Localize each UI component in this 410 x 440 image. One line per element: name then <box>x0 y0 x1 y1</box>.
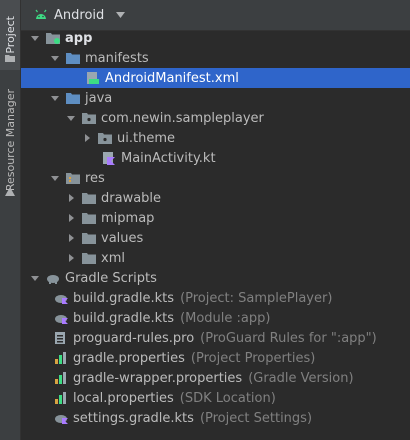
tree-node-gradle-file[interactable]: gradle-wrapper.properties (Gradle Versio… <box>21 368 410 388</box>
tree-node-res[interactable]: res <box>21 168 410 188</box>
folder-icon <box>82 213 96 224</box>
tree-label-ui-theme: ui.theme <box>117 130 175 146</box>
tree-node-values[interactable]: values <box>21 228 410 248</box>
properties-file-icon <box>55 352 66 364</box>
gradle-file-name: proguard-rules.pro <box>73 330 195 346</box>
tree-label-gradle-scripts: Gradle Scripts <box>65 270 157 286</box>
properties-file-icon <box>55 392 66 404</box>
project-view-header: Android <box>21 0 410 31</box>
view-selector-label[interactable]: Android <box>54 8 104 23</box>
gradle-kts-file-icon <box>55 315 68 324</box>
manifest-file-icon <box>87 72 99 84</box>
resource-manager-tab-label: Resource Manager <box>3 88 17 192</box>
kotlin-file-icon <box>103 152 115 165</box>
tree-node-gradle-file[interactable]: build.gradle.kts (Module :app) <box>21 308 410 328</box>
chevron-down-icon[interactable] <box>49 172 61 184</box>
tree-node-gradle-file[interactable]: settings.gradle.kts (Project Settings) <box>21 408 410 428</box>
tree-node-gradle-file[interactable]: gradle.properties (Project Properties) <box>21 348 410 368</box>
folder-icon <box>66 53 80 64</box>
tree-node-main-activity[interactable]: MainActivity.kt <box>21 148 410 168</box>
tree-node-app[interactable]: app <box>21 28 410 48</box>
folder-icon <box>82 233 96 244</box>
tree-node-android-manifest[interactable]: AndroidManifest.xml <box>21 68 410 88</box>
resource-manager-tool-tab[interactable]: Resource Manager <box>0 80 20 200</box>
gradle-file-detail: (SDK Location) <box>179 390 276 406</box>
project-tree: app manifests AndroidManifest.xml java c… <box>21 28 410 428</box>
tree-node-java[interactable]: java <box>21 88 410 108</box>
tree-node-gradle-scripts[interactable]: Gradle Scripts <box>21 268 410 288</box>
chevron-down-icon[interactable] <box>49 92 61 104</box>
tree-label-xml: xml <box>101 250 125 266</box>
gradle-file-detail: (Project: SamplePlayer) <box>180 290 333 306</box>
tree-node-manifests[interactable]: manifests <box>21 48 410 68</box>
folder-icon <box>5 55 15 62</box>
chevron-right-icon[interactable] <box>65 232 77 244</box>
gradle-kts-file-icon <box>55 295 68 304</box>
tree-node-drawable[interactable]: drawable <box>21 188 410 208</box>
tree-label-android-manifest: AndroidManifest.xml <box>105 70 239 86</box>
chevron-right-icon[interactable] <box>65 212 77 224</box>
folder-icon <box>82 253 96 264</box>
resource-folder-icon <box>66 173 80 184</box>
gradle-file-detail: (ProGuard Rules for ":app") <box>200 330 377 346</box>
tree-label-res: res <box>85 170 105 186</box>
resource-manager-icon <box>5 187 15 196</box>
gradle-file-name: local.properties <box>73 390 174 406</box>
chevron-down-icon[interactable] <box>116 12 126 18</box>
gradle-file-name: build.gradle.kts <box>73 290 175 306</box>
tree-label-mipmap: mipmap <box>101 210 155 226</box>
gradle-file-name: build.gradle.kts <box>73 310 175 326</box>
chevron-right-icon[interactable] <box>65 252 77 264</box>
tree-node-xml[interactable]: xml <box>21 248 410 268</box>
folder-icon <box>66 93 80 104</box>
tree-label-values: values <box>101 230 144 246</box>
chevron-down-icon[interactable] <box>29 32 41 44</box>
package-icon <box>98 133 112 144</box>
chevron-down-icon[interactable] <box>65 112 77 124</box>
android-icon <box>35 9 47 19</box>
tree-node-mipmap[interactable]: mipmap <box>21 208 410 228</box>
tree-label-java: java <box>85 90 113 106</box>
tree-node-gradle-file[interactable]: build.gradle.kts (Project: SamplePlayer) <box>21 288 410 308</box>
tree-node-gradle-file[interactable]: local.properties (SDK Location) <box>21 388 410 408</box>
chevron-right-icon[interactable] <box>81 132 93 144</box>
properties-file-icon <box>55 372 66 384</box>
gradle-file-detail: (Project Properties) <box>190 350 316 366</box>
gradle-file-name: gradle-wrapper.properties <box>73 370 243 386</box>
chevron-down-icon[interactable] <box>49 52 61 64</box>
gradle-file-detail: (Gradle Version) <box>248 370 354 386</box>
tree-node-package[interactable]: com.newin.sampleplayer <box>21 108 410 128</box>
package-icon <box>82 113 96 124</box>
gradle-elephant-icon <box>47 275 59 284</box>
gradle-file-name: settings.gradle.kts <box>73 410 194 426</box>
tree-label-main-activity: MainActivity.kt <box>121 150 216 166</box>
gradle-file-detail: (Module :app) <box>180 310 271 326</box>
tool-window-strip: Project Resource Manager <box>0 0 21 440</box>
proguard-file-icon <box>55 332 65 344</box>
tree-node-ui-theme[interactable]: ui.theme <box>21 128 410 148</box>
chevron-down-icon[interactable] <box>29 272 41 284</box>
chevron-right-icon[interactable] <box>65 192 77 204</box>
gradle-file-detail: (Project Settings) <box>199 410 313 426</box>
folder-icon <box>82 193 96 204</box>
tree-label-package: com.newin.sampleplayer <box>101 110 264 126</box>
gradle-kts-file-icon <box>55 415 68 424</box>
module-folder-icon <box>46 33 60 44</box>
tree-label-manifests: manifests <box>85 50 149 66</box>
gradle-file-name: gradle.properties <box>73 350 185 366</box>
tree-node-gradle-file[interactable]: proguard-rules.pro (ProGuard Rules for "… <box>21 328 410 348</box>
tree-label-drawable: drawable <box>101 190 162 206</box>
project-tab-label: Project <box>3 16 17 54</box>
tree-label-app: app <box>65 30 93 46</box>
